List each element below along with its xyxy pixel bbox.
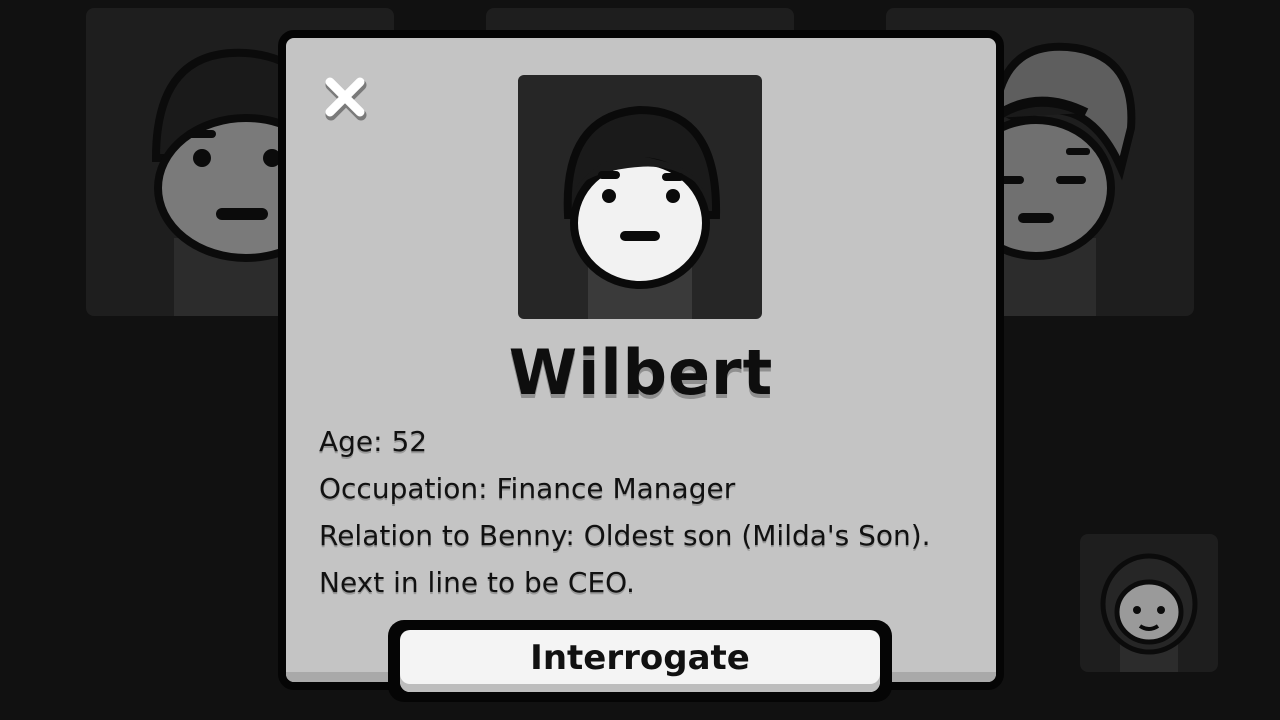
character-portrait-icon — [1100, 553, 1198, 672]
close-icon — [325, 77, 367, 121]
age-text: Age: 52 — [319, 425, 428, 458]
character-name: Wilbert — [508, 336, 774, 409]
character-profile-modal: Wilbert Age: 52 Occupation: Finance Mana… — [278, 30, 1004, 690]
occupation-text: Occupation: Finance Manager — [319, 472, 736, 505]
interrogate-button-frame: Interrogate — [388, 620, 892, 702]
character-portrait — [518, 75, 762, 319]
interrogate-button[interactable]: Interrogate — [400, 630, 880, 692]
character-face-icon — [563, 105, 721, 319]
relation-text: Relation to Benny: Oldest son (Milda's S… — [319, 519, 931, 599]
character-info: Age: 52 Occupation: Finance Manager Rela… — [319, 418, 939, 606]
character-card-bg-small[interactable] — [1080, 534, 1218, 672]
close-button[interactable] — [320, 72, 370, 122]
